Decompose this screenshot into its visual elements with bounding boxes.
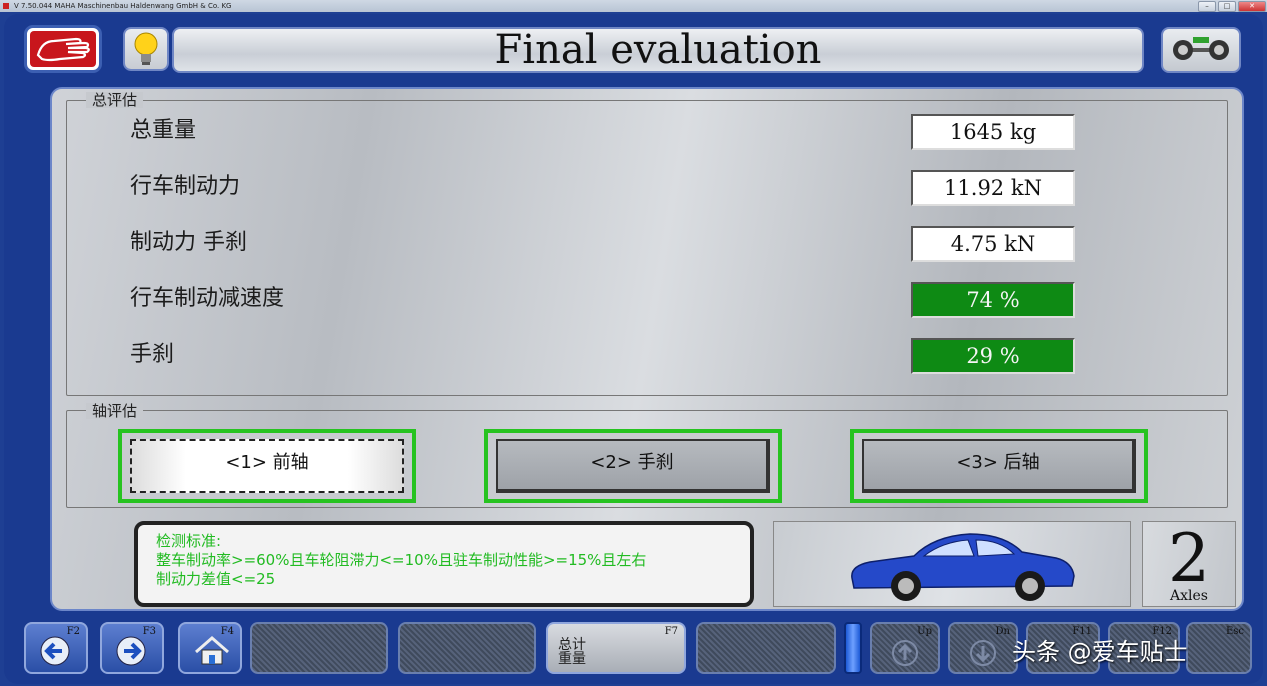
esc-key-label: Esc: [1225, 626, 1244, 637]
axle-button-frame-1: <1> 前轴: [118, 429, 416, 503]
service-brake-deceleration-label: 行车制动减速度: [130, 286, 285, 311]
axle-button-frame-3: <3> 后轴: [850, 429, 1148, 503]
axle-count-label: Axles: [1170, 588, 1208, 604]
f3-forward-button[interactable]: F3: [100, 622, 164, 674]
stop-button[interactable]: [24, 25, 102, 73]
front-axle-button[interactable]: <1> 前轴: [130, 439, 404, 493]
axle-button-frame-2: <2> 手刹: [484, 429, 782, 503]
parking-brake-value: 29 %: [911, 338, 1075, 374]
handbrake-axle-button[interactable]: <2> 手刹: [496, 439, 770, 493]
hand-stop-icon: [30, 31, 96, 67]
f7-text-line-2: 重量: [558, 651, 586, 667]
standard-title: 检测标准:: [156, 532, 222, 550]
maximize-button[interactable]: □: [1218, 1, 1236, 12]
f7-key-label: F7: [664, 626, 678, 637]
f7-text-line-1: 总计: [558, 637, 586, 653]
arrow-left-icon: [40, 636, 70, 666]
axle-count-panel: 2 Axles: [1142, 521, 1236, 607]
axle-count: 2: [1168, 520, 1210, 597]
hint-button[interactable]: [123, 27, 169, 71]
standard-line-2: 制动力差值<=25: [156, 570, 276, 588]
page-title: Final evaluation: [172, 27, 1144, 73]
blue-car-icon: [851, 533, 1075, 601]
home-icon: [195, 636, 229, 665]
arrow-right-icon: [116, 636, 146, 666]
parking-brake-label: 手刹: [130, 342, 175, 367]
f4-home-button[interactable]: F4: [178, 622, 242, 674]
page-down-button[interactable]: Dn: [948, 622, 1018, 674]
service-brake-force-label: 行车制动力: [130, 174, 241, 199]
watermark-text: 头条 @爱车贴士: [1012, 638, 1188, 666]
arrow-up-icon: [892, 640, 918, 666]
lightbulb-icon: [134, 32, 158, 65]
service-brake-deceleration-value: 74 %: [911, 282, 1075, 318]
f5-empty-key: [250, 622, 388, 674]
service-brake-force-value: 11.92 kN: [911, 170, 1075, 206]
axle-config-button[interactable]: [1161, 27, 1241, 73]
vehicle-image-panel: [773, 521, 1131, 607]
up-key-label: Up: [917, 626, 932, 637]
arrow-down-icon: [970, 640, 996, 666]
window-title: V 7.50.044 MAHA Maschinenbau Haldenwang …: [14, 2, 232, 10]
f6-empty-key: [398, 622, 536, 674]
f8-empty-key: [696, 622, 836, 674]
close-button[interactable]: ✕: [1238, 1, 1266, 12]
f2-back-button[interactable]: F2: [24, 622, 88, 674]
parking-brake-force-label: 制动力 手刹: [130, 230, 247, 255]
app-icon: [3, 3, 9, 9]
total-weight-label: 总重量: [130, 118, 197, 143]
axle-group-label: 轴评估: [86, 403, 144, 419]
total-weight-value: 1645 kg: [911, 114, 1075, 150]
down-key-label: Dn: [995, 626, 1010, 637]
page-up-button[interactable]: Up: [870, 622, 940, 674]
minimize-button[interactable]: –: [1198, 1, 1216, 12]
overall-group-label: 总评估: [86, 92, 144, 108]
f7-total-weight-button[interactable]: F7 总计 重量: [546, 622, 686, 674]
window-title-bar: V 7.50.044 MAHA Maschinenbau Haldenwang …: [0, 0, 1267, 12]
scroll-indicator[interactable]: [844, 622, 862, 674]
rear-axle-button[interactable]: <3> 后轴: [862, 439, 1136, 493]
esc-key[interactable]: Esc: [1186, 622, 1252, 674]
standard-line-1: 整车制动率>=60%且车轮阻滞力<=10%且驻车制动性能>=15%且左右: [156, 551, 647, 569]
test-standard-box: 检测标准: 整车制动率>=60%且车轮阻滞力<=10%且驻车制动性能>=15%且…: [134, 521, 754, 607]
axle-wheels-icon: [1173, 37, 1229, 60]
parking-brake-force-value: 4.75 kN: [911, 226, 1075, 262]
